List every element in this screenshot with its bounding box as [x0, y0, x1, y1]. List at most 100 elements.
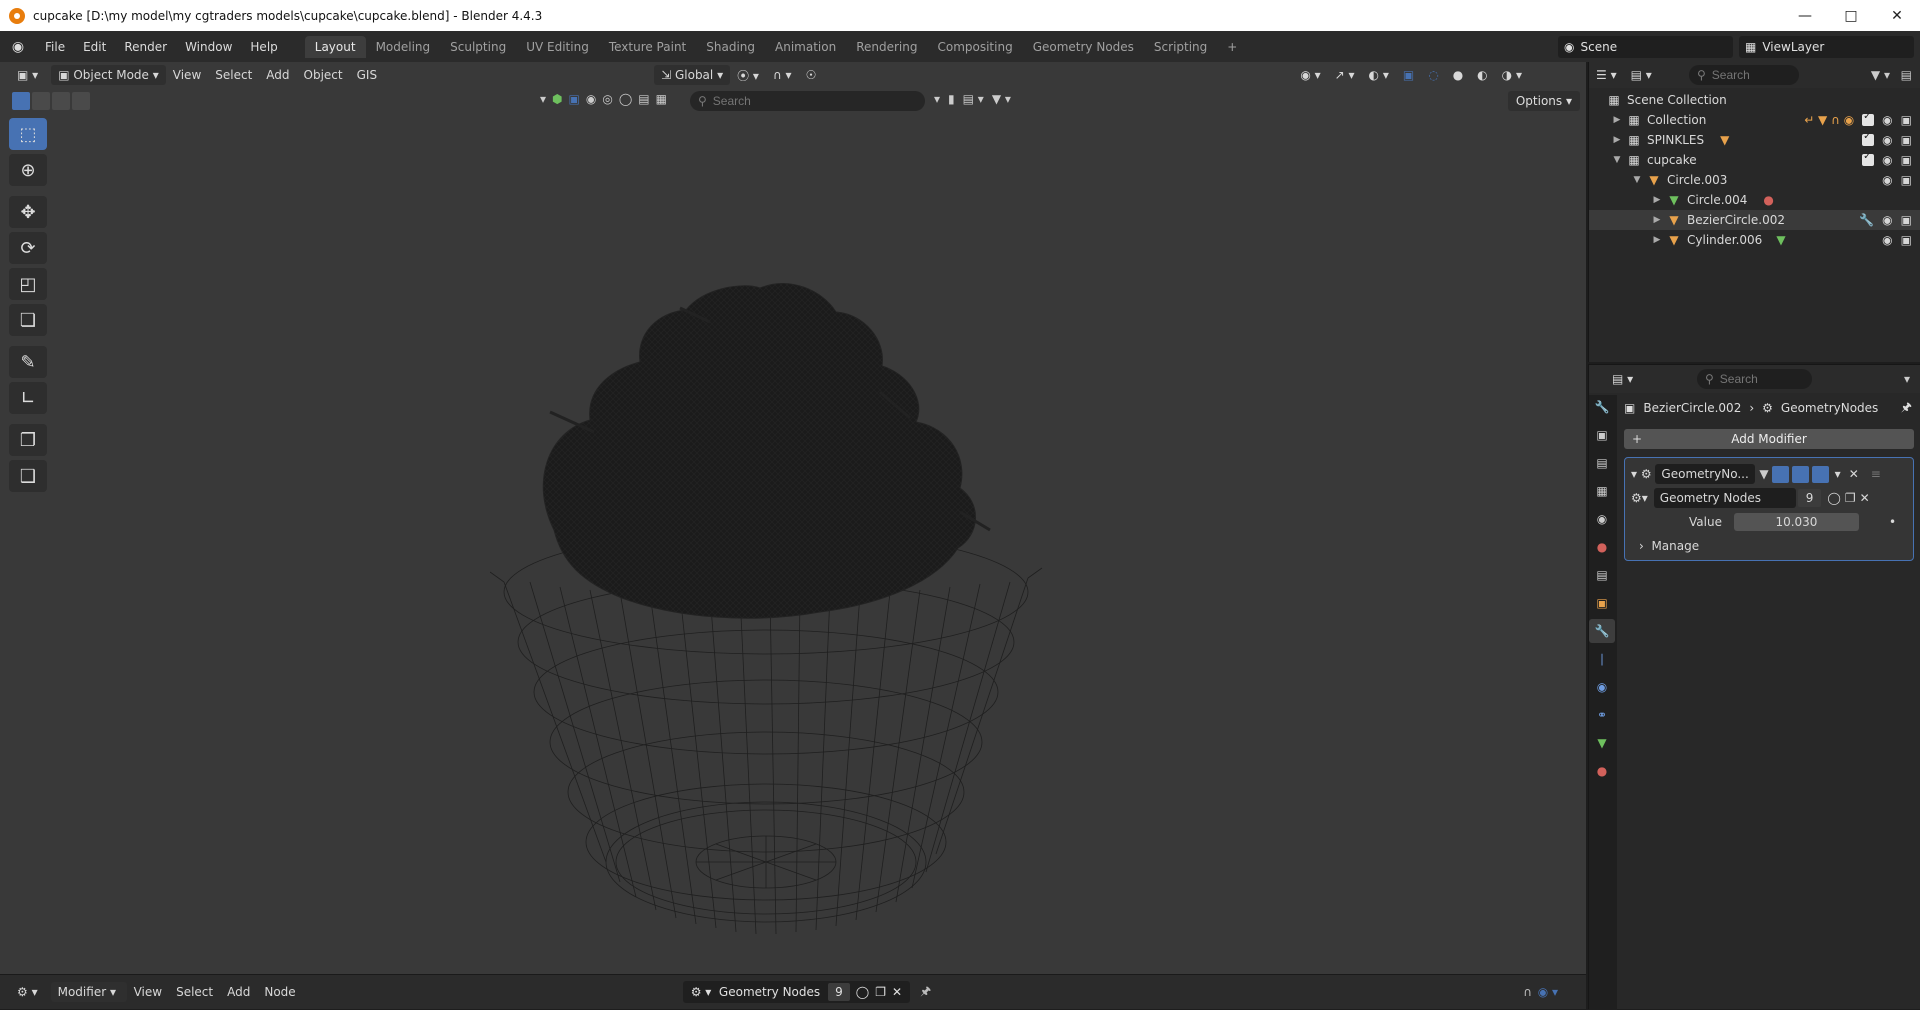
gizmo-icon[interactable]: ↗ ▾	[1328, 65, 1362, 85]
tool-tab-icon[interactable]: 🔧	[1589, 395, 1615, 419]
filter-icon[interactable]: ▼ ▾	[1871, 68, 1890, 82]
include-checkbox[interactable]	[1862, 151, 1875, 166]
duplicate-icon[interactable]: ❐	[875, 985, 886, 999]
filter-empty-icon[interactable]: ◯	[619, 92, 632, 106]
node-group-field[interactable]: Geometry Nodes	[1653, 488, 1796, 508]
eye-icon[interactable]: ◉	[1882, 233, 1892, 247]
add-workspace-icon[interactable]: +	[1217, 36, 1247, 58]
outliner-row-collection[interactable]: ▶ ▦ Collection ↵ ▼ ∩ ◉ ◉ ▣	[1589, 110, 1920, 130]
outliner-row-beziercircle-002[interactable]: ▶ ▼ BezierCircle.002 🔧 ◉ ▣	[1589, 210, 1920, 230]
cupcake-model[interactable]	[489, 282, 1050, 942]
tab-animation[interactable]: Animation	[765, 36, 846, 58]
node-group-users[interactable]: 9	[828, 983, 850, 1001]
bookmark-icon[interactable]: ▮	[948, 92, 955, 106]
tab-texture-paint[interactable]: Texture Paint	[599, 36, 696, 58]
sort-icon[interactable]: ▤ ▾	[963, 92, 984, 106]
move-icon[interactable]: ✥	[9, 196, 47, 228]
pin-icon[interactable]: 🖈	[1901, 398, 1912, 419]
editor-type-button[interactable]: ▣ ▾	[10, 65, 45, 85]
filter-mesh-icon[interactable]: ▣	[569, 92, 580, 106]
output-tab-icon[interactable]: ▤	[1589, 451, 1615, 475]
data-tab-icon[interactable]: ▼	[1589, 731, 1615, 755]
menu-view[interactable]: View	[166, 65, 208, 85]
filter-other-icon[interactable]: ▤	[638, 92, 649, 106]
add-modifier-button[interactable]: + Add Modifier	[1624, 429, 1914, 449]
physics-tab-icon[interactable]: ◉	[1589, 675, 1615, 699]
menu-file[interactable]: File	[36, 40, 74, 54]
menu-help[interactable]: Help	[241, 40, 286, 54]
annotate-icon[interactable]: ✎	[9, 346, 47, 378]
tab-modeling[interactable]: Modeling	[366, 36, 441, 58]
menu-gis[interactable]: GIS	[350, 65, 384, 85]
node-menu-node[interactable]: Node	[257, 982, 302, 1002]
render-toggle-icon[interactable]	[1811, 465, 1829, 483]
viewport-search[interactable]: ⚲	[690, 91, 925, 111]
expand-arrow-icon[interactable]: ▶	[1651, 195, 1663, 205]
modifier-tab-icon[interactable]: 🔧	[1589, 619, 1615, 643]
node-mode-selector[interactable]: Modifier ▾	[50, 982, 127, 1002]
include-checkbox[interactable]	[1862, 111, 1875, 126]
outliner-row-spinkles[interactable]: ▶ ▦ SPINKLES ▼ ◉ ▣	[1589, 130, 1920, 150]
node-menu-add[interactable]: Add	[220, 982, 257, 1002]
node-group-users-count[interactable]: 9	[1797, 489, 1822, 507]
visibility-icon[interactable]: ◉ ▾	[1293, 65, 1327, 85]
menu-object[interactable]: Object	[297, 65, 350, 85]
scale-icon[interactable]: ◰	[9, 268, 47, 300]
pin-icon[interactable]: 🖈	[920, 982, 931, 1003]
close-icon[interactable]: ✕	[1849, 467, 1859, 481]
new-collection-icon[interactable]: ▤	[1901, 68, 1912, 82]
options-button[interactable]: Options ▾	[1507, 91, 1580, 111]
transform-icon[interactable]: ❏	[9, 304, 47, 336]
duplicate-icon[interactable]: ❐	[1845, 491, 1856, 505]
filter-grid-icon[interactable]: ▦	[656, 92, 667, 106]
xray-icon[interactable]: ▣	[1396, 65, 1421, 85]
modifier-name-field[interactable]: GeometryNo...	[1655, 464, 1756, 484]
edit-mode-toggle-icon[interactable]: ▼	[1759, 467, 1768, 481]
filter-light-icon[interactable]: ◉	[586, 92, 596, 106]
world-tab-icon[interactable]: ●	[1589, 535, 1615, 559]
rendered-shading-icon[interactable]: ◑ ▾	[1495, 65, 1529, 85]
outliner-row-circle-004[interactable]: ▶ ▼ Circle.004 ●	[1589, 190, 1920, 210]
object-type-icon[interactable]: ⬢	[552, 92, 562, 106]
tab-rendering[interactable]: Rendering	[846, 36, 927, 58]
eye-icon[interactable]: ◉	[1882, 153, 1892, 167]
eye-icon[interactable]: ◉	[1882, 113, 1892, 127]
tab-scripting[interactable]: Scripting	[1144, 36, 1217, 58]
unlink-icon[interactable]: ✕	[1860, 491, 1870, 505]
collapse-arrow-icon[interactable]: ▾	[1631, 467, 1641, 481]
eye-icon[interactable]: ◉	[1882, 213, 1892, 227]
fake-user-icon[interactable]: ◯	[1827, 491, 1840, 505]
node-menu-select[interactable]: Select	[169, 982, 220, 1002]
outliner-editor-icon[interactable]: ☰ ▾	[1589, 65, 1624, 85]
mode-selector[interactable]: ▣ Object Mode ▾	[51, 65, 166, 85]
camera-icon[interactable]: ▣	[1901, 113, 1912, 127]
expand-arrow-icon[interactable]: ▶	[1651, 215, 1663, 225]
proportional-edit-icon[interactable]: ☉	[799, 65, 824, 85]
blender-menu-icon[interactable]: ◉	[0, 39, 36, 55]
minimize-icon[interactable]: —	[1782, 0, 1828, 31]
material-tab-icon[interactable]: ●	[1589, 759, 1615, 783]
menu-select[interactable]: Select	[208, 65, 259, 85]
filter-camera-icon[interactable]: ◎	[602, 92, 612, 106]
tab-geometry-nodes[interactable]: Geometry Nodes	[1023, 36, 1144, 58]
manage-row[interactable]: › Manage	[1625, 534, 1913, 558]
fake-user-icon[interactable]: ◯	[856, 985, 869, 999]
select-subtract-icon[interactable]	[52, 92, 70, 110]
unlink-icon[interactable]: ✕	[892, 985, 902, 999]
add-cube-icon[interactable]: ❐	[9, 424, 47, 456]
tab-shading[interactable]: Shading	[696, 36, 765, 58]
outliner-search[interactable]: ⚲	[1689, 65, 1799, 85]
snap-node-icon[interactable]: ∩	[1523, 985, 1532, 999]
select-set-icon[interactable]	[12, 92, 30, 110]
options-dropdown-icon[interactable]: ▾	[1904, 372, 1910, 386]
outliner-row-circle-003[interactable]: ▼ ▼ Circle.003 ◉ ▣	[1589, 170, 1920, 190]
expand-icon[interactable]: ▾	[540, 92, 546, 106]
pivot-icon[interactable]: ⦿ ▾	[730, 65, 766, 85]
camera-icon[interactable]: ▣	[1901, 133, 1912, 147]
scene-tab-icon[interactable]: ◉	[1589, 507, 1615, 531]
overlays-icon[interactable]: ◐ ▾	[1362, 65, 1396, 85]
orientation-selector[interactable]: ⇲ Global ▾	[654, 65, 731, 85]
material-shading-icon[interactable]: ◐	[1470, 65, 1494, 85]
menu-add[interactable]: Add	[259, 65, 296, 85]
wireframe-shading-icon[interactable]: ◌	[1421, 65, 1445, 85]
